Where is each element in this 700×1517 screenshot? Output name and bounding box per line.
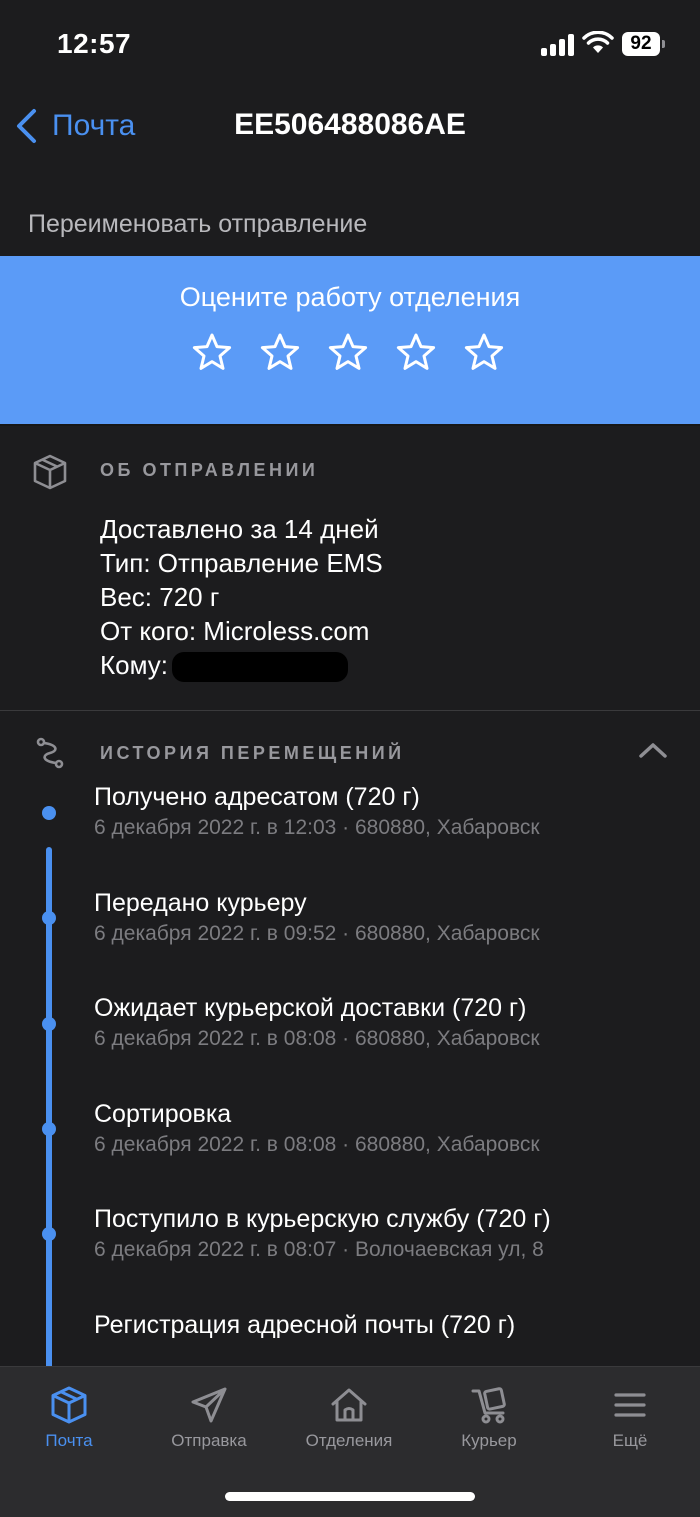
event-title: Регистрация адресной почты (720 г) (94, 1311, 516, 1339)
rename-shipment-label: Переименовать отправление (28, 210, 368, 238)
event-title: Поступило в курьерскую службу (720 г) (94, 1205, 551, 1233)
menu-icon (614, 1393, 646, 1417)
tab-courier[interactable]: Курьер (429, 1385, 549, 1451)
star-icon-5[interactable] (464, 332, 504, 372)
tab-label: Отделения (305, 1431, 393, 1450)
navigation-bar: Почта EE506488086AE (0, 90, 700, 166)
status-bar: 12:57 92 (0, 0, 700, 90)
event-title: Передано курьеру (94, 889, 307, 917)
tab-offices[interactable]: Отделения (289, 1385, 409, 1451)
package-icon (33, 454, 67, 490)
signal-icon (541, 34, 575, 56)
history-event: Получено адресатом (720 г) 6 декабря 202… (94, 783, 684, 840)
history-event: Передано курьеру 6 декабря 2022 г. в 09:… (94, 889, 684, 946)
timeline-dot (42, 1017, 56, 1031)
history-event: Сортировка 6 декабря 2022 г. в 08:08 · 6… (94, 1100, 684, 1157)
star-icon-2[interactable] (260, 332, 300, 372)
tab-label: Почта (45, 1431, 93, 1450)
shipment-recipient: Кому: (100, 648, 383, 683)
rename-shipment-button[interactable]: Переименовать отправление (0, 166, 700, 256)
tab-label: Ещё (612, 1431, 648, 1450)
star-icon-3[interactable] (328, 332, 368, 372)
event-title: Ожидает курьерской доставки (720 г) (94, 994, 527, 1022)
chevron-up-icon[interactable] (638, 741, 668, 759)
recipient-label: Кому: (100, 650, 168, 680)
timeline-dot (42, 911, 56, 925)
rating-banner: Оцените работу отделения (0, 256, 700, 424)
battery-indicator: 92 (622, 32, 665, 56)
timeline-line (46, 847, 52, 1377)
star-icon-4[interactable] (396, 332, 436, 372)
courier-icon (471, 1387, 506, 1424)
history-event: Поступило в курьерскую службу (720 г) 6 … (94, 1205, 684, 1262)
event-meta: 6 декабря 2022 г. в 08:08 · 680880, Хаба… (94, 1133, 540, 1156)
house-icon (331, 1388, 367, 1422)
status-time: 12:57 (57, 28, 132, 59)
event-title: Сортировка (94, 1100, 232, 1128)
about-shipment-header: ОБ ОТПРАВЛЕНИИ (100, 460, 319, 480)
shipment-type: Тип: Отправление EMS (100, 548, 383, 578)
history-event: Регистрация адресной почты (720 г) (94, 1311, 684, 1344)
event-meta: 6 декабря 2022 г. в 09:52 · 680880, Хаба… (94, 922, 540, 945)
star-icon-1[interactable] (192, 332, 232, 372)
rating-stars (192, 332, 504, 372)
tab-mail[interactable]: Почта (9, 1385, 129, 1451)
movement-history-header: ИСТОРИЯ ПЕРЕМЕЩЕНИЙ (100, 743, 405, 763)
history-event: Ожидает курьерской доставки (720 г) 6 де… (94, 994, 684, 1051)
event-title: Получено адресатом (720 г) (94, 783, 420, 811)
home-indicator (225, 1492, 475, 1501)
wifi-icon (582, 31, 614, 53)
shipment-sender: От кого: Microless.com (100, 616, 370, 646)
tab-label: Курьер (461, 1431, 517, 1450)
tab-label: Отправка (171, 1431, 247, 1450)
about-shipment-details: Доставлено за 14 дней Тип: Отправление E… (100, 512, 383, 683)
timeline-dot (42, 1122, 56, 1136)
route-icon (36, 737, 64, 769)
shipment-weight: Вес: 720 г (100, 582, 220, 612)
timeline-dot (42, 1227, 56, 1241)
tab-more[interactable]: Ещё (570, 1385, 690, 1451)
box-icon (51, 1386, 87, 1424)
movement-history-section: ИСТОРИЯ ПЕРЕМЕЩЕНИЙ Получено адресатом (… (0, 711, 700, 1377)
tab-send[interactable]: Отправка (149, 1385, 269, 1451)
shipment-details: Переименовать отправление Оцените работу… (0, 166, 700, 1377)
timeline-dot (42, 806, 56, 820)
event-meta: 6 декабря 2022 г. в 08:07 · Волочаевская… (94, 1238, 544, 1261)
about-shipment-section: ОБ ОТПРАВЛЕНИИ Доставлено за 14 дней Тип… (0, 426, 700, 710)
event-meta: 6 декабря 2022 г. в 08:08 · 680880, Хаба… (94, 1027, 540, 1050)
redacted-recipient (172, 652, 348, 683)
rating-title: Оцените работу отделения (179, 282, 521, 312)
paper-plane-icon (191, 1387, 227, 1423)
event-meta: 6 декабря 2022 г. в 12:03 · 680880, Хаба… (94, 816, 540, 839)
delivery-duration: Доставлено за 14 дней (100, 514, 379, 544)
page-title: EE506488086AE (234, 108, 466, 141)
